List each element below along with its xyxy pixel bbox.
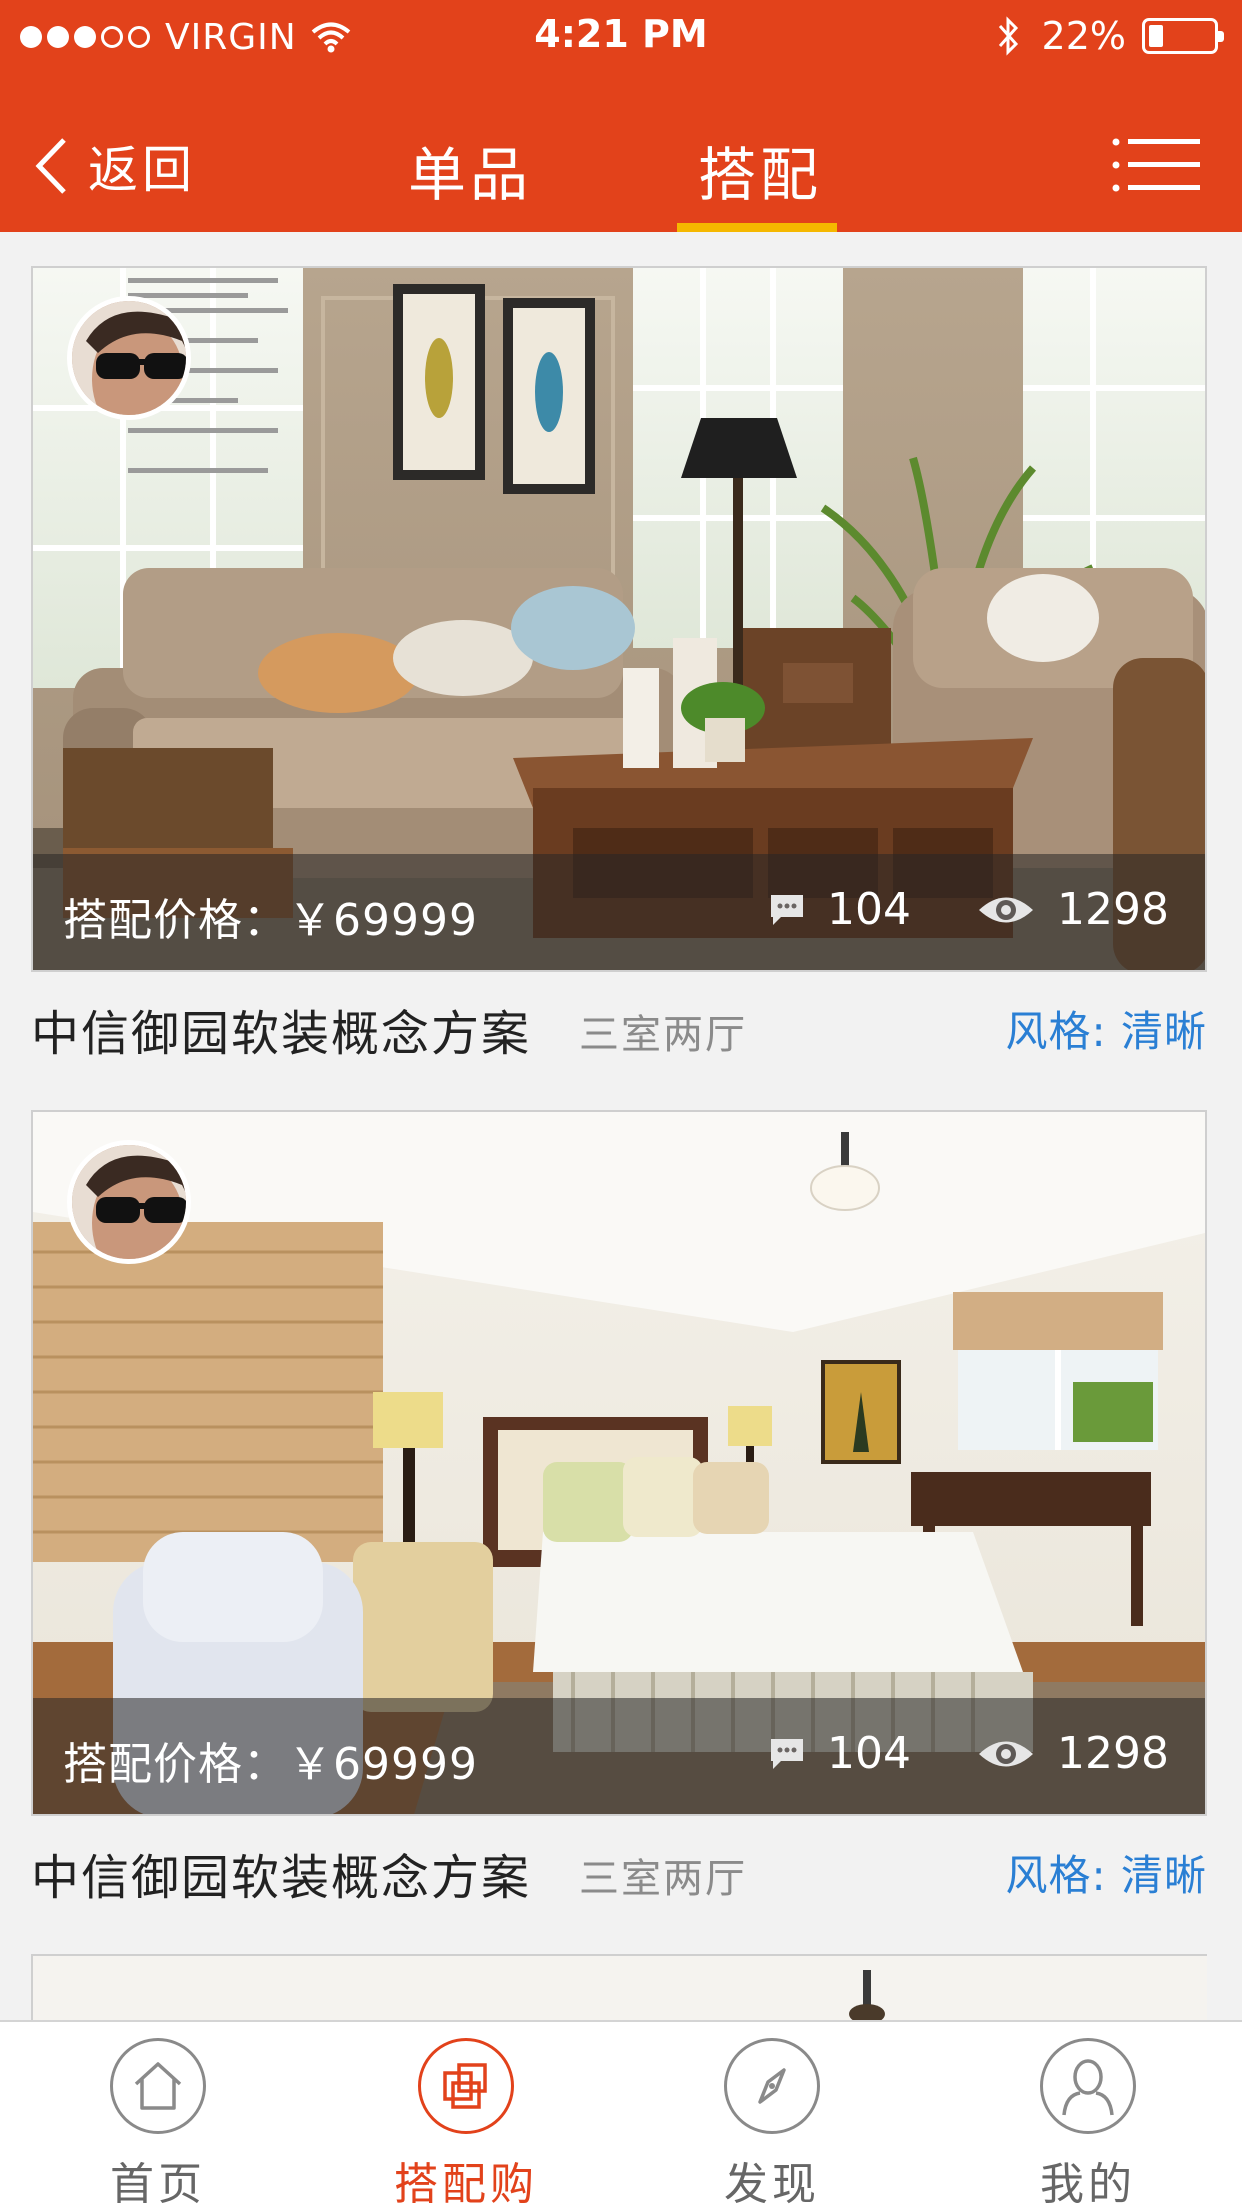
battery-percent: 22%	[1041, 14, 1126, 58]
back-label: 返回	[88, 141, 196, 199]
comment-count[interactable]: 104	[769, 884, 911, 935]
tab-collocation-buy-label: 搭配购	[394, 2159, 538, 2208]
bluetooth-icon	[998, 16, 1018, 56]
partial-room-illustration	[33, 1956, 1207, 2020]
room-layout: 三室两厅	[579, 1012, 747, 1058]
comment-icon	[771, 894, 803, 925]
stats-overlay: 搭配价格：￥69999 104 1298	[33, 854, 1205, 970]
tab-single-item[interactable]: 单品	[408, 128, 532, 209]
tab-mine[interactable]: 我的	[988, 2038, 1188, 2208]
chevron-left-icon	[35, 138, 66, 194]
nav-bar: 返回 单品 搭配	[0, 100, 1242, 232]
active-tab-indicator	[677, 223, 837, 232]
card-caption: 中信御园软装概念方案 三室两厅 风格: 清晰	[31, 1838, 1207, 1908]
view-count: 1298	[977, 1728, 1169, 1779]
comment-count[interactable]: 104	[769, 1728, 911, 1779]
room-photo-partial[interactable]	[31, 1954, 1207, 2020]
view-count-value: 1298	[1057, 1728, 1169, 1779]
collage-icon	[418, 2038, 514, 2134]
room-photo-bedroom[interactable]: 搭配价格：￥69999 104 1298	[31, 1110, 1207, 1816]
scheme-title[interactable]: 中信御园软装概念方案	[31, 1838, 531, 1908]
tab-home-label: 首页	[110, 2159, 206, 2208]
battery-fill	[1149, 25, 1163, 47]
tab-discover[interactable]: 发现	[672, 2038, 872, 2208]
tab-home[interactable]: 首页	[58, 2038, 258, 2208]
author-avatar[interactable]	[67, 1140, 191, 1264]
menu-icon[interactable]	[1112, 136, 1200, 194]
room-photo-living-room[interactable]: 搭配价格：￥69999 104 1298	[31, 266, 1207, 972]
view-count-value: 1298	[1057, 884, 1169, 935]
comment-icon	[771, 1738, 803, 1769]
comment-count-value: 104	[827, 1728, 911, 1779]
comment-count-value: 104	[827, 884, 911, 935]
eye-icon	[979, 1741, 1033, 1766]
tab-collocation[interactable]: 搭配	[698, 128, 822, 209]
collocation-card[interactable]: 搭配价格：￥69999 104 1298 中信御园软装概念方案 三室两厅 风格:…	[31, 1110, 1207, 1910]
status-right: 22%	[996, 14, 1224, 58]
collocation-card-partial[interactable]	[31, 1954, 1207, 2020]
stats-overlay: 搭配价格：￥69999 104 1298	[33, 1698, 1205, 1814]
tab-collocation-buy[interactable]: 搭配购	[366, 2038, 566, 2208]
back-button[interactable]: 返回	[34, 134, 196, 199]
room-layout: 三室两厅	[579, 1856, 747, 1902]
bottom-tab-bar: 首页 搭配购 发现 我的	[0, 2020, 1242, 2208]
style-link[interactable]: 风格: 清晰	[1005, 1842, 1207, 1903]
style-link[interactable]: 风格: 清晰	[1005, 998, 1207, 1059]
battery-icon	[1142, 18, 1224, 54]
compass-icon	[724, 2038, 820, 2134]
collocation-card[interactable]: 搭配价格：￥69999 104 1298 中信御园软装概念方案 三室两厅 风格:…	[31, 266, 1207, 1066]
header: VIRGIN 4:21 PM 22% 返回 单品 搭配	[0, 0, 1242, 232]
home-icon	[110, 2038, 206, 2134]
tab-discover-label: 发现	[724, 2159, 820, 2208]
author-avatar[interactable]	[67, 296, 191, 420]
view-count: 1298	[977, 884, 1169, 935]
status-bar: VIRGIN 4:21 PM 22%	[0, 0, 1242, 76]
eye-icon	[979, 897, 1033, 922]
card-caption: 中信御园软装概念方案 三室两厅 风格: 清晰	[31, 994, 1207, 1064]
user-icon	[1040, 2038, 1136, 2134]
collocation-price: 搭配价格：￥69999	[63, 1739, 478, 1790]
scheme-title[interactable]: 中信御园软装概念方案	[31, 994, 531, 1064]
tab-mine-label: 我的	[1040, 2159, 1136, 2208]
collocation-price: 搭配价格：￥69999	[63, 895, 478, 946]
